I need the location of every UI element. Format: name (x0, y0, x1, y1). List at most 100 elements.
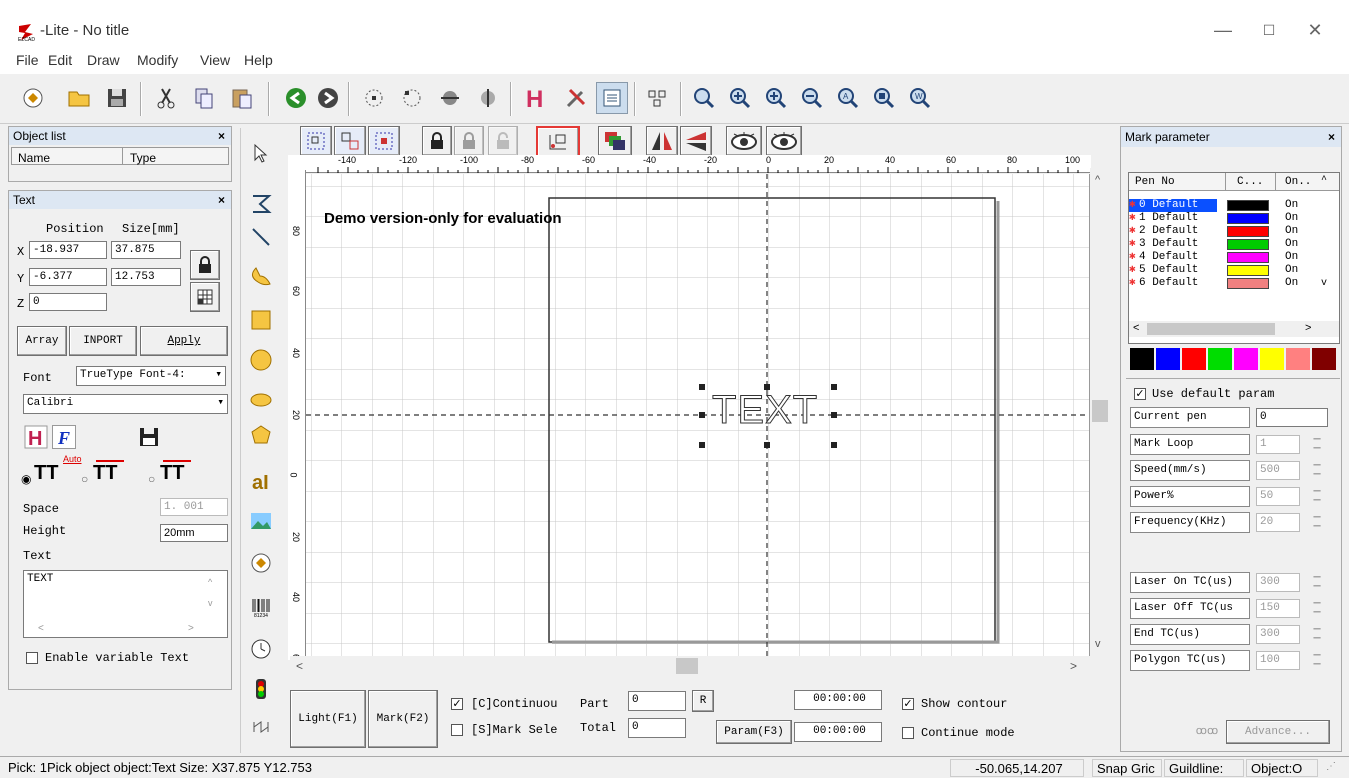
pen-row[interactable]: ✱ 5 Default On (1129, 264, 1319, 277)
y-position-field[interactable]: -6.377 (29, 268, 107, 286)
array-button[interactable]: Array (17, 326, 67, 356)
palette-swatch[interactable] (1208, 348, 1232, 370)
zoom-all-icon[interactable]: A (832, 82, 864, 114)
menu-edit[interactable]: Edit (48, 52, 72, 68)
selection-handle[interactable] (831, 442, 837, 448)
col-pen-no[interactable]: Pen No (1135, 176, 1175, 188)
selection-handle[interactable] (764, 442, 770, 448)
scroll-thumb[interactable] (676, 658, 698, 674)
text-panel-close-button[interactable]: × (218, 191, 225, 209)
pen-color-swatch[interactable] (1227, 213, 1269, 224)
menu-draw[interactable]: Draw (87, 52, 120, 68)
current-pen-field[interactable]: 0 (1256, 408, 1328, 427)
pen-row[interactable]: ✱ 4 Default On (1129, 251, 1319, 264)
lock-size-button[interactable] (190, 250, 220, 280)
curve-tool-icon[interactable] (246, 262, 276, 292)
ellipse-tool-icon[interactable] (246, 385, 276, 415)
pen-list[interactable]: Pen No C... On.. ^ ✱ 0 Default On ✱ 1 Defau… (1128, 172, 1340, 344)
continuous-checkbox[interactable]: ✓ (451, 698, 463, 710)
palette-swatch[interactable] (1156, 348, 1180, 370)
unlock-object-icon[interactable] (454, 126, 484, 156)
mirror-horizontal-icon[interactable] (646, 126, 678, 156)
mark-selected-checkbox[interactable] (451, 724, 463, 736)
scroll-thumb[interactable] (1147, 323, 1275, 335)
x-position-field[interactable]: -18.937 (29, 241, 107, 259)
frequency-field[interactable]: 20 (1256, 513, 1300, 532)
save-font-icon[interactable] (137, 425, 161, 449)
total-field[interactable]: 0 (628, 718, 686, 738)
scroll-down-icon[interactable]: v (1321, 277, 1327, 290)
pen-color-swatch[interactable] (1227, 265, 1269, 276)
tools-icon[interactable] (560, 82, 592, 114)
font-settings-icon[interactable]: F (52, 425, 76, 449)
maximize-button[interactable]: ☐ (1246, 14, 1292, 46)
selection-handle[interactable] (699, 442, 705, 448)
laser-off-field[interactable]: 150 (1256, 599, 1300, 618)
close-button[interactable]: ✕ (1292, 14, 1338, 46)
node-edit-icon[interactable] (358, 82, 390, 114)
curve-edit-tool-icon[interactable] (246, 188, 276, 218)
pen-list-hscroll[interactable]: < > (1129, 321, 1339, 337)
scroll-thumb[interactable] (1092, 400, 1108, 422)
zoom-out-icon[interactable] (796, 82, 828, 114)
x-size-field[interactable]: 37.875 (111, 241, 181, 259)
timer-tool-icon[interactable] (246, 634, 276, 664)
font-type-select[interactable]: TrueType Font-4: ▾ (76, 366, 226, 386)
cut-icon[interactable] (150, 82, 182, 114)
text-content-area[interactable]: TEXT (23, 570, 228, 638)
mark-param-close-button[interactable]: × (1328, 127, 1335, 147)
height-field[interactable]: 20mm (160, 524, 228, 542)
col-on[interactable]: On.. (1285, 176, 1311, 188)
status-guideline[interactable]: Guildline: (1164, 759, 1244, 777)
laser-on-field[interactable]: 300 (1256, 573, 1300, 592)
palette-swatch[interactable] (1260, 348, 1284, 370)
show-contour-checkbox[interactable]: ✓ (902, 698, 914, 710)
lock-object-icon[interactable] (422, 126, 452, 156)
mark-button[interactable]: Mark(F2) (368, 690, 438, 748)
end-tc-spinner[interactable]: ─ ─ (1306, 625, 1328, 644)
pen-color-swatch[interactable] (1227, 278, 1269, 289)
scroll-right-icon[interactable]: > (1070, 659, 1077, 673)
circle-tool-icon[interactable] (246, 345, 276, 375)
pen-row[interactable]: ✱ 3 Default On (1129, 238, 1319, 251)
pen-row[interactable]: ✱ 1 Default On (1129, 212, 1319, 225)
zoom-in-2-icon[interactable] (760, 82, 792, 114)
minimize-button[interactable]: — (1200, 14, 1246, 46)
show-path-icon[interactable] (726, 126, 762, 156)
group-icon[interactable] (300, 126, 332, 156)
menu-help[interactable]: Help (244, 52, 273, 68)
scroll-down-icon[interactable]: v (208, 598, 213, 608)
zoom-workspace-icon[interactable]: W (904, 82, 936, 114)
column-type[interactable]: Type (130, 151, 156, 165)
properties-icon[interactable] (596, 82, 628, 114)
text-tool-icon[interactable]: aI (246, 466, 276, 496)
open-folder-icon[interactable] (63, 82, 95, 114)
line-tool-icon[interactable] (246, 222, 276, 252)
mark-loop-field[interactable]: 1 (1256, 435, 1300, 454)
unlock-all-icon[interactable] (488, 126, 518, 156)
polygon-tc-field[interactable]: 100 (1256, 651, 1300, 670)
selection-handle[interactable] (699, 384, 705, 390)
node-add-icon[interactable] (396, 82, 428, 114)
scroll-right-icon[interactable]: > (1305, 322, 1311, 334)
canvas-vertical-scrollbar[interactable]: ^ v (1090, 168, 1110, 656)
palette-swatch[interactable] (1312, 348, 1336, 370)
mark-loop-spinner[interactable]: ─ ─ (1306, 435, 1328, 454)
col-color[interactable]: C... (1237, 176, 1263, 188)
zoom-icon[interactable] (688, 82, 720, 114)
drawing-canvas[interactable]: Demo version-only for evaluation TEXT (306, 174, 1090, 656)
apply-button[interactable]: Apply (140, 326, 228, 356)
anchor-grid-button[interactable] (190, 282, 220, 312)
vector-file-tool-icon[interactable] (246, 548, 276, 578)
resize-grip-icon[interactable]: ⋰ (1326, 761, 1340, 775)
hatch-icon[interactable]: H (520, 82, 552, 114)
align-radio-2[interactable]: ○ (81, 472, 88, 486)
font-name-select[interactable]: Calibri ▾ (23, 394, 228, 414)
power-field[interactable]: 50 (1256, 487, 1300, 506)
new-file-icon[interactable] (17, 82, 49, 114)
scroll-up-icon[interactable]: ^ (1095, 174, 1100, 186)
paste-icon[interactable] (226, 82, 258, 114)
menu-file[interactable]: File (16, 52, 39, 68)
menu-view[interactable]: View (200, 52, 230, 68)
align-radio-1[interactable]: ◉ (21, 472, 31, 486)
